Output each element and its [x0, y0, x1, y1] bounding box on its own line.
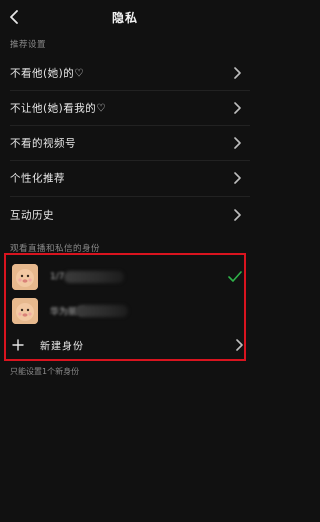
avatar: [12, 264, 38, 290]
chevron-right-icon: [236, 339, 243, 351]
setting-label: 互动历史: [10, 209, 54, 222]
avatar: [12, 298, 38, 324]
identity-name: 1/7: [50, 272, 65, 282]
checkmark-icon: [228, 271, 242, 282]
setting-hidden-channels[interactable]: 不看的视频号: [0, 126, 250, 160]
chevron-right-icon: [234, 172, 241, 184]
chevron-right-icon: [234, 102, 241, 114]
new-identity-button[interactable]: 新建身份: [6, 327, 248, 363]
chevron-right-icon: [234, 137, 241, 149]
identity-item[interactable]: 1/7: [6, 259, 248, 295]
new-identity-label: 新建身份: [40, 341, 84, 353]
section-header-recommend: 推荐设置: [10, 40, 47, 50]
top-bar: 隐私: [0, 0, 250, 36]
plus-icon: [12, 339, 24, 351]
setting-interaction-history[interactable]: 互动历史: [0, 198, 250, 232]
identity-name-blur: [76, 305, 128, 317]
setting-personalized-recommend[interactable]: 个性化推荐: [0, 161, 250, 195]
divider: [10, 196, 250, 197]
chevron-right-icon: [234, 209, 241, 221]
setting-label: 不让他(她)看我的♡: [10, 102, 107, 115]
identity-list: 1/7 华为丽乐 新建身份: [4, 253, 246, 361]
identity-footnote: 只能设置1个新身份: [10, 367, 80, 376]
setting-hide-their-moments[interactable]: 不看他(她)的♡: [0, 56, 250, 90]
identity-name-blur: [64, 271, 124, 283]
setting-label: 个性化推荐: [10, 172, 65, 185]
page-title: 隐私: [111, 11, 138, 25]
identity-item[interactable]: 华为丽乐: [6, 293, 248, 329]
setting-label: 不看他(她)的♡: [10, 67, 85, 80]
setting-label: 不看的视频号: [10, 137, 76, 150]
setting-hide-my-moments[interactable]: 不让他(她)看我的♡: [0, 91, 250, 125]
chevron-right-icon: [234, 67, 241, 79]
